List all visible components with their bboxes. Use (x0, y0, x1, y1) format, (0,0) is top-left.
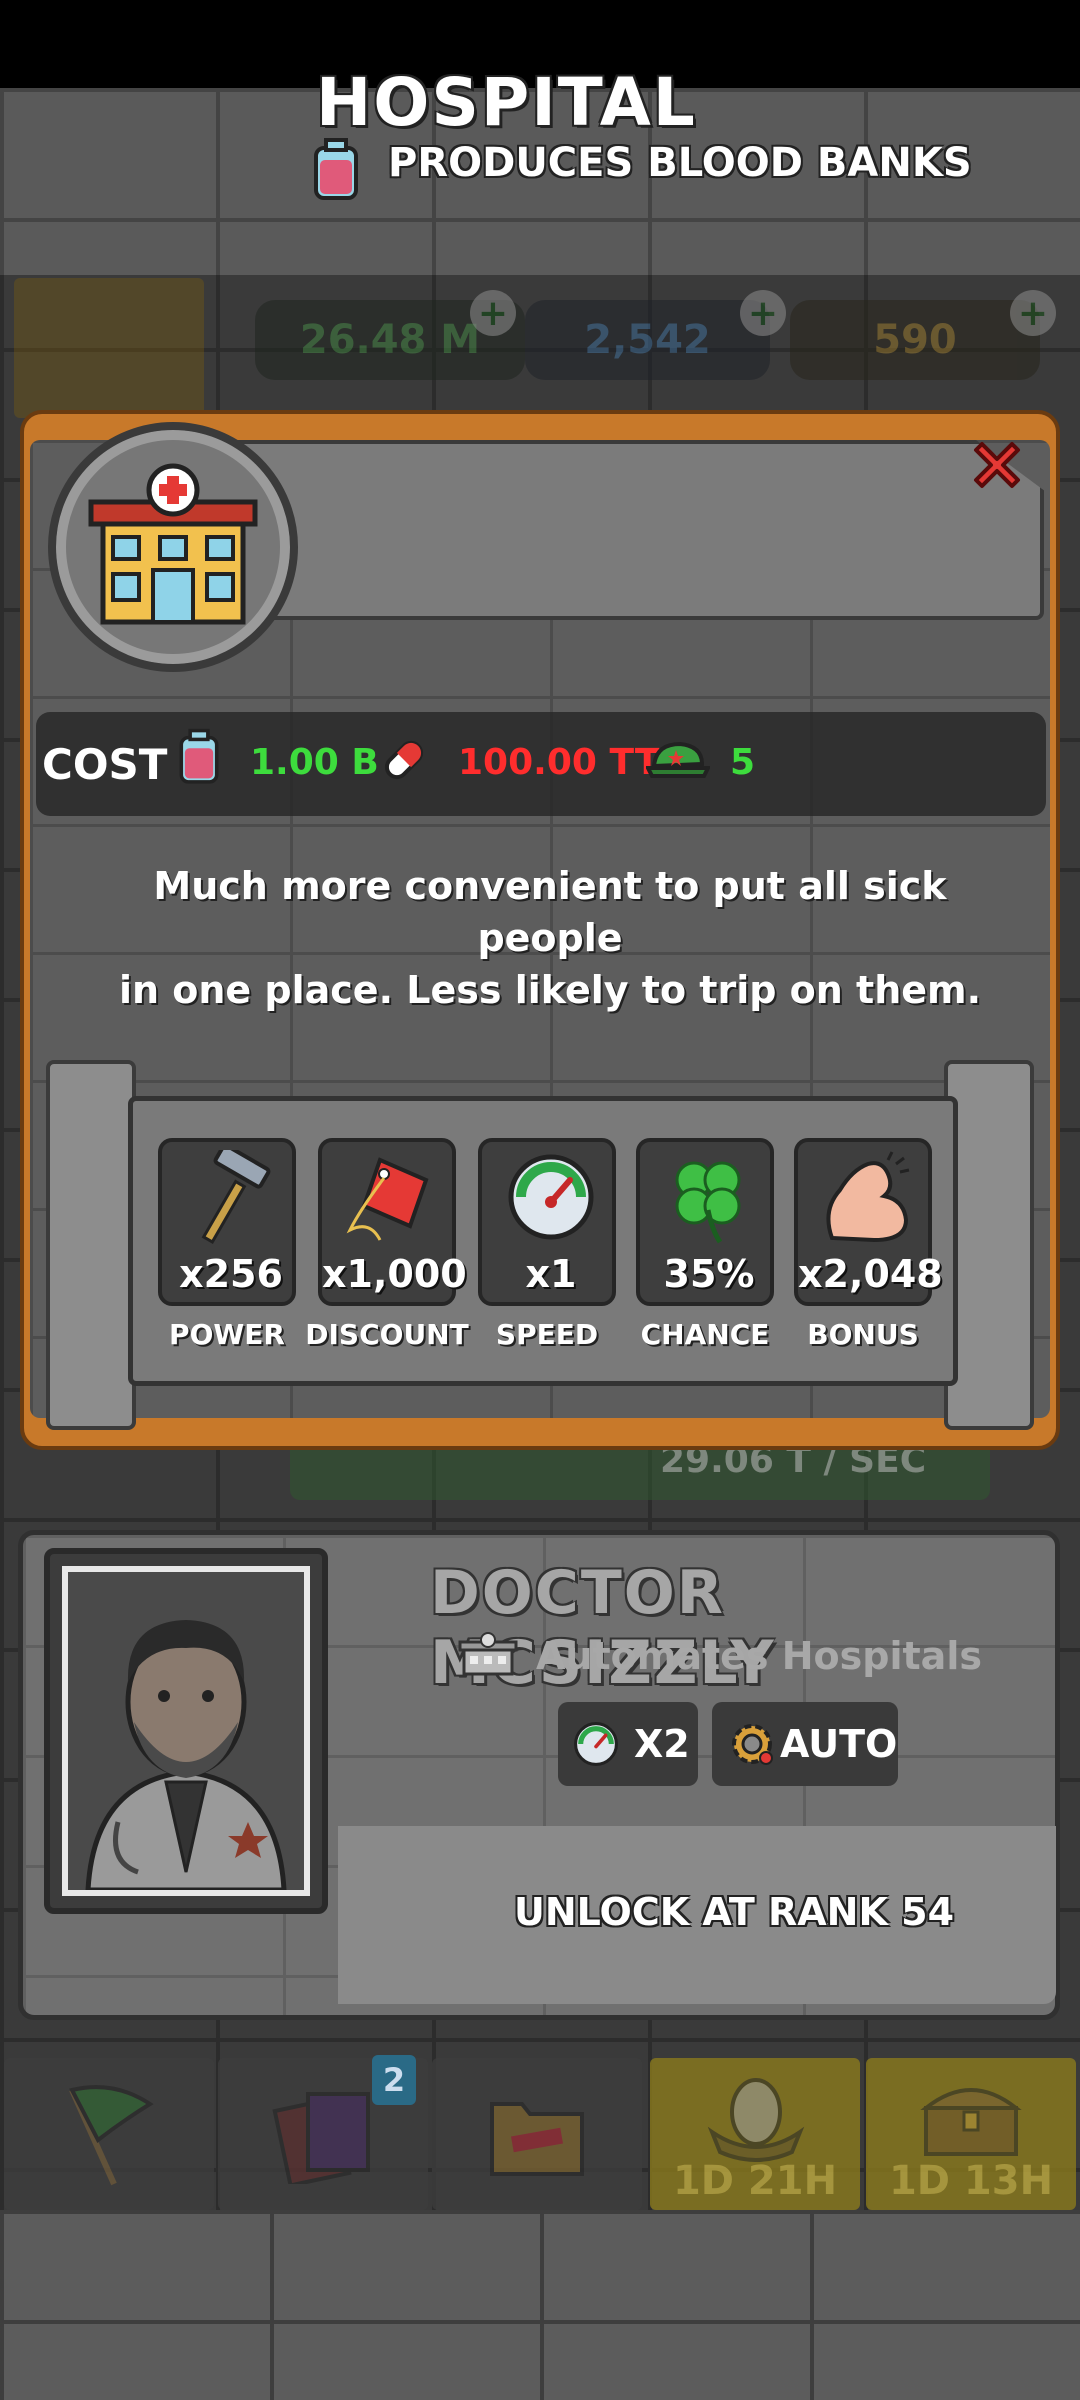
auto-label: AUTO (780, 1722, 898, 1766)
gear-icon (732, 1724, 773, 1765)
doctor-portrait (62, 1566, 310, 1896)
blood-bank-icon (314, 138, 358, 200)
stat-power-value: x256 (179, 1252, 283, 1296)
bottom-brick-strip (0, 2210, 1080, 2400)
stat-discount-value: x1,000 (322, 1252, 467, 1296)
manager-subtitle: Automates Hospitals (536, 1634, 982, 1678)
nav-chest-tab[interactable]: 1D 13H (866, 2058, 1076, 2210)
board-post-left (46, 1060, 136, 1430)
cost-cap-value: 5 (730, 742, 756, 783)
stat-power-label: POWER (169, 1318, 285, 1351)
stat-speed-value: x1 (525, 1252, 577, 1296)
stat-chance: 35% (636, 1138, 774, 1306)
building-description: Much more convenient to put all sick peo… (80, 860, 1020, 1016)
army-cap-icon (646, 741, 710, 778)
cost-blood-bank-value: 1.00 B (250, 742, 379, 783)
hospital-small-icon (458, 1632, 518, 1676)
manager-portrait-frame (44, 1548, 328, 1914)
price-tag-icon (346, 1157, 429, 1241)
four-leaf-clover-icon (675, 1161, 741, 1244)
flexed-arm-icon (826, 1151, 910, 1243)
stat-chance-value: 35% (663, 1252, 755, 1296)
hammer-icon (201, 1150, 271, 1244)
stat-discount-label: DISCOUNT (305, 1318, 469, 1351)
stat-power: x256 (158, 1138, 296, 1306)
title-banner (194, 440, 1044, 620)
chest-timer: 1D 13H (888, 2158, 1054, 2204)
hospital-building-icon (48, 422, 298, 672)
description-line-1: Much more convenient to put all sick peo… (153, 864, 947, 960)
blood-bank-icon (179, 728, 219, 784)
stat-speed-label: SPEED (495, 1318, 599, 1351)
speed-boost-chip: X2 (558, 1702, 698, 1786)
doctor-avatar-icon (85, 1620, 287, 1890)
stat-bonus-value: x2,048 (798, 1252, 943, 1296)
pill-icon (384, 740, 424, 780)
nav-files-tab[interactable] (432, 2058, 642, 2210)
stat-discount: x1,000 (318, 1138, 467, 1306)
stat-bonus-label: BONUS (807, 1318, 919, 1351)
speedometer-icon (508, 1154, 594, 1240)
egg-nest-icon (707, 2078, 805, 2162)
nav-flag-tab[interactable] (4, 2058, 214, 2210)
close-icon[interactable] (968, 436, 1026, 494)
speedometer-icon (574, 1722, 618, 1766)
nav-egg-tab[interactable]: 1D 21H (650, 2058, 860, 2210)
building-title: HOSPITAL (316, 64, 697, 141)
cards-badge: 2 (372, 2055, 416, 2105)
folder-icon (490, 2102, 584, 2176)
flag-icon (69, 2085, 154, 2186)
unlock-requirement: UNLOCK AT RANK 54 (514, 1890, 955, 1934)
auto-chip: AUTO (712, 1702, 898, 1786)
cost-pill-value: 100.00 TT (458, 742, 660, 783)
stat-chance-label: CHANCE (640, 1318, 770, 1351)
description-line-2: in one place. Less likely to trip on the… (118, 968, 982, 1012)
cost-label: COST (42, 740, 168, 789)
stat-speed: x1 (478, 1138, 616, 1306)
produces-text: PRODUCES BLOOD BANKS (388, 140, 972, 186)
speed-boost-value: X2 (634, 1722, 690, 1766)
egg-timer: 1D 21H (672, 2158, 838, 2204)
cards-icon (272, 2092, 370, 2184)
treasure-chest-icon (920, 2088, 1022, 2156)
stat-bonus: x2,048 (794, 1138, 943, 1306)
